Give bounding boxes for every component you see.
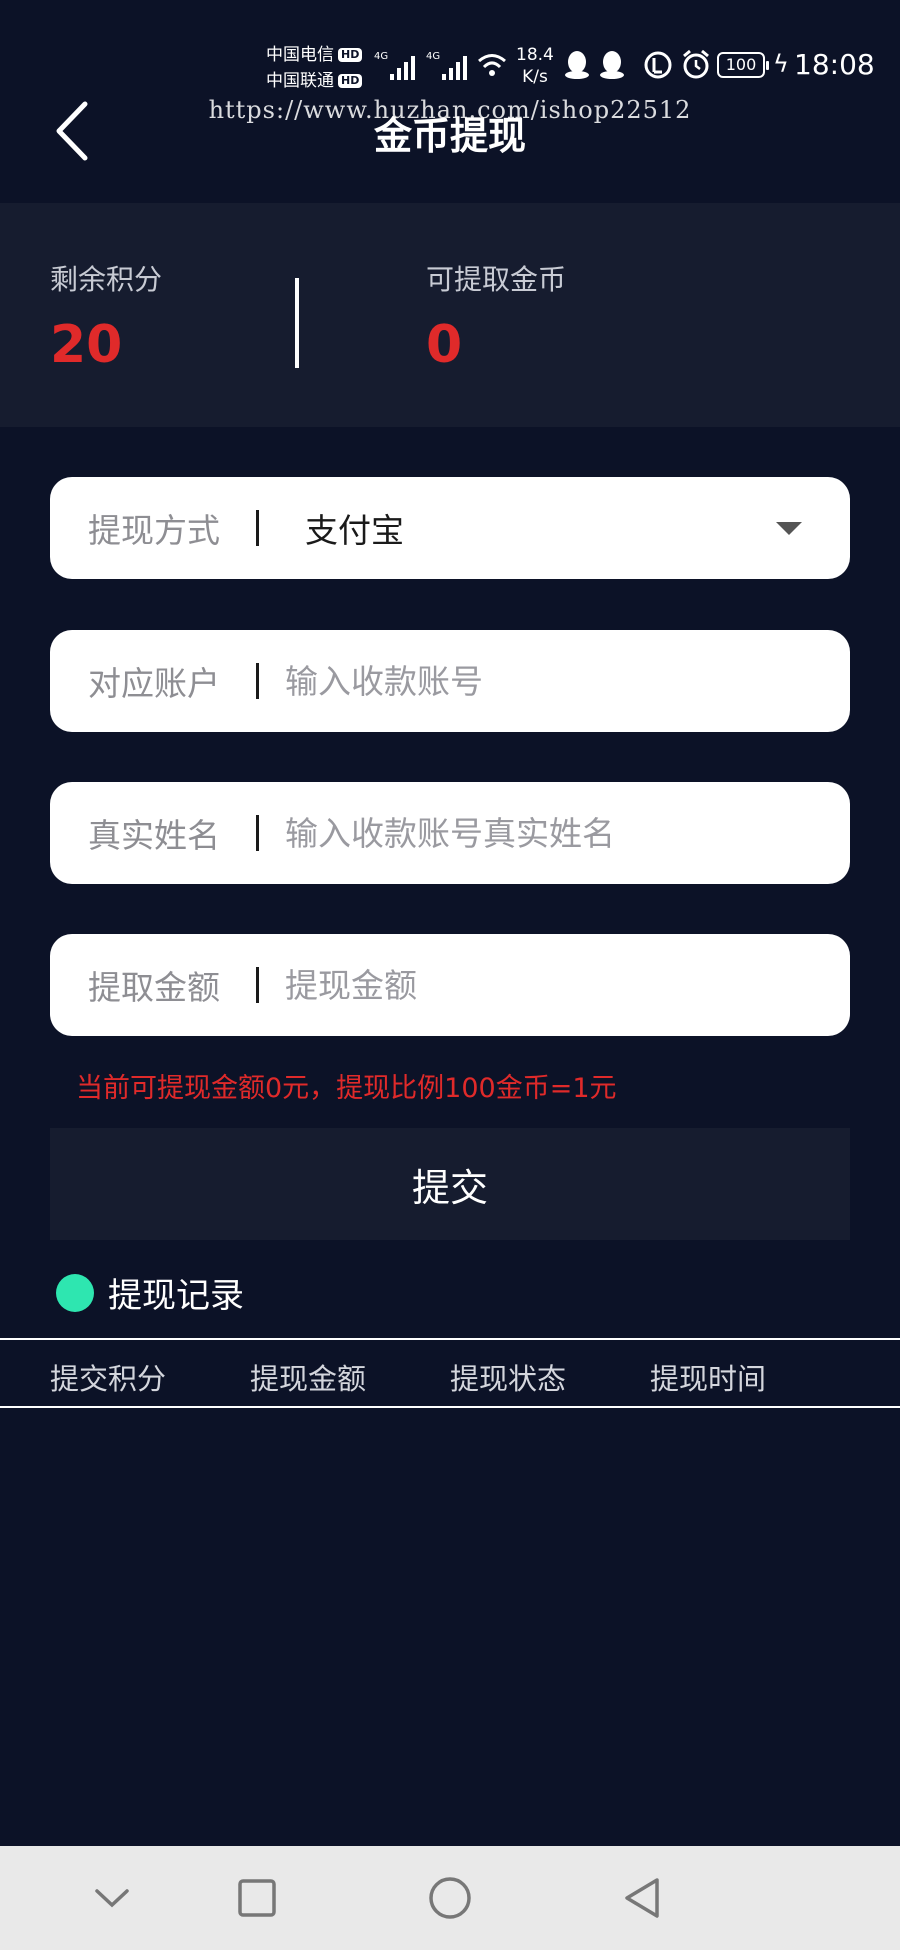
signal-icon: 4G <box>374 51 415 80</box>
field-separator <box>256 510 259 546</box>
account-field-row: 对应账户 <box>50 630 850 732</box>
app-screen: 中国电信 HD 中国联通 HD 4G 4G 18.4 K/s 100 ϟ 18:… <box>0 0 900 1950</box>
net-speed-value: 18.4 <box>516 45 554 65</box>
qq-icon <box>565 51 589 79</box>
circle-icon <box>429 1877 471 1919</box>
coins-value: 0 <box>426 315 463 375</box>
field-separator <box>256 967 259 1003</box>
points-label: 剩余积分 <box>50 263 163 296</box>
records-header: 提现记录 <box>56 1268 244 1317</box>
records-table-header: 提交积分 提现金额 提现状态 提现时间 <box>0 1338 900 1408</box>
battery-indicator: 100 <box>717 52 769 78</box>
carrier-1-label: 中国电信 <box>266 45 334 65</box>
column-header: 提现状态 <box>450 1362 567 1396</box>
nav-recents-button[interactable] <box>227 1868 287 1928</box>
network-type-label: 4G <box>426 51 440 62</box>
square-icon <box>238 1879 276 1917</box>
qq-icon <box>600 51 624 79</box>
real-name-label: 真实姓名 <box>88 816 220 855</box>
field-separator <box>256 663 259 699</box>
net-speed-unit: K/s <box>522 67 548 87</box>
alarm-icon <box>683 49 709 79</box>
status-time: 18:08 <box>794 48 875 81</box>
amount-field-row: 提取金额 <box>50 934 850 1036</box>
hd-badge: HD <box>338 74 363 88</box>
points-value: 20 <box>50 315 123 375</box>
account-input[interactable] <box>285 661 850 701</box>
records-title: 提现记录 <box>108 1276 244 1316</box>
chevron-down-icon <box>95 1889 129 1908</box>
hd-badge: HD <box>338 48 363 62</box>
method-label: 提现方式 <box>88 511 220 550</box>
amount-input[interactable] <box>285 965 850 1005</box>
column-header: 提现时间 <box>650 1362 767 1396</box>
coins-label: 可提取金币 <box>426 263 567 296</box>
signal-icon: 4G <box>426 51 467 80</box>
real-name-field-row: 真实姓名 <box>50 782 850 884</box>
account-label: 对应账户 <box>88 664 220 703</box>
withdraw-method-select[interactable]: 提现方式 支付宝 <box>50 477 850 579</box>
net-speed: 18.4 K/s <box>516 44 554 88</box>
method-value: 支付宝 <box>305 511 404 550</box>
carrier-2-label: 中国联通 <box>266 71 334 91</box>
nav-collapse-button[interactable] <box>82 1868 142 1928</box>
withdraw-hint: 当前可提现金额0元，提现比例100金币=1元 <box>76 1073 617 1104</box>
charging-icon: ϟ <box>773 50 789 78</box>
balance-panel: 剩余积分 20 可提取金币 0 <box>0 203 900 427</box>
status-bar: 中国电信 HD 中国联通 HD 4G 4G 18.4 K/s 100 ϟ 18:… <box>0 0 900 95</box>
real-name-input[interactable] <box>285 813 850 853</box>
data-saver-icon <box>644 51 672 79</box>
column-header: 提现金额 <box>250 1362 367 1396</box>
nav-home-button[interactable] <box>420 1868 480 1928</box>
field-separator <box>256 815 259 851</box>
triangle-back-icon <box>625 1878 659 1918</box>
records-dot-icon <box>56 1273 94 1312</box>
wifi-icon <box>478 54 506 76</box>
submit-button[interactable]: 提交 <box>50 1128 850 1240</box>
column-header: 提交积分 <box>50 1362 167 1396</box>
page-title: 金币提现 <box>373 114 526 158</box>
nav-back-button[interactable] <box>612 1868 672 1928</box>
carrier-info: 中国电信 HD 中国联通 HD <box>266 42 363 94</box>
amount-label: 提取金额 <box>88 968 220 1007</box>
balance-divider <box>295 278 299 368</box>
dropdown-caret-icon <box>776 521 802 535</box>
system-nav-bar <box>0 1846 900 1950</box>
network-type-label: 4G <box>374 51 388 62</box>
